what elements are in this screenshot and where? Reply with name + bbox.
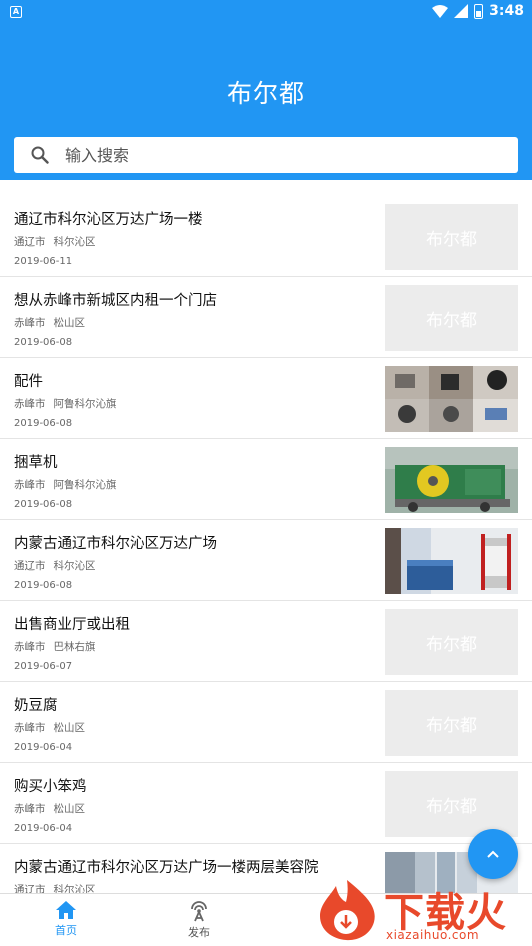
home-icon — [56, 901, 76, 919]
nav-home-label: 首页 — [55, 924, 77, 937]
listing-city: 赤峰市 — [14, 479, 46, 491]
listing-location: 赤峰市 巴林右旗 — [14, 639, 96, 654]
watermark-logo: 下载火 xiazaihuo.com — [312, 878, 530, 944]
listing-date: 2019-06-04 — [14, 742, 73, 753]
listing-title: 配件 — [14, 374, 43, 390]
wifi-icon — [432, 4, 449, 18]
listing-district: 松山区 — [53, 722, 86, 734]
listing-location: 赤峰市 松山区 — [14, 720, 85, 735]
search-icon — [31, 146, 49, 164]
chevron-up-icon — [487, 850, 499, 858]
watermark-url: xiazaihuo.com — [386, 928, 480, 942]
listing-district: 科尔沁区 — [53, 560, 96, 572]
app-screen: A 3:48 布尔都 通辽市科尔沁区万达广场一楼通辽市科尔沁区2019-06-1… — [0, 0, 532, 946]
listing-location: 通辽市 科尔沁区 — [14, 234, 96, 249]
listing-date: 2019-06-11 — [14, 256, 73, 267]
thumbnail-placeholder: 布尔都 — [385, 690, 518, 756]
search-bar[interactable] — [14, 137, 518, 173]
listing-title: 出售商业厅或出租 — [14, 617, 130, 633]
listing-date: 2019-06-08 — [14, 337, 73, 348]
listing-district: 巴林右旗 — [53, 641, 96, 653]
thumbnail-placeholder-text: 布尔都 — [426, 310, 477, 331]
listing-district: 阿鲁科尔沁旗 — [53, 398, 117, 410]
signal-icon — [454, 4, 469, 18]
thumbnail-placeholder-text: 布尔都 — [426, 229, 477, 250]
listing-date: 2019-06-08 — [14, 499, 73, 510]
listing-item[interactable]: 通辽市科尔沁区万达广场一楼 通辽市 科尔沁区 2019-06-11 布尔都 — [0, 196, 532, 277]
app-header: A 3:48 布尔都 — [0, 0, 532, 180]
listing-photo — [385, 366, 518, 432]
listing-item[interactable]: 配件赤峰市 阿鲁科尔沁旗 2019-06-08 — [0, 358, 532, 439]
listing-district: 松山区 — [53, 803, 86, 815]
nav-home[interactable]: 首页 — [26, 900, 106, 938]
listing-title: 想从赤峰市新城区内租一个门店 — [14, 293, 217, 309]
listing-title: 购买小笨鸡 — [14, 779, 87, 795]
listing-city: 赤峰市 — [14, 317, 46, 329]
listing-date: 2019-06-07 — [14, 661, 73, 672]
scroll-to-top-button[interactable] — [468, 829, 518, 879]
listing-title: 奶豆腐 — [14, 698, 58, 714]
thumbnail-placeholder: 布尔都 — [385, 285, 518, 351]
listing-item[interactable]: 内蒙古通辽市科尔沁区万达广场 通辽市 科尔沁区 2019-06-08 — [0, 520, 532, 601]
status-indicators: 3:48 — [432, 3, 524, 19]
listing-city: 赤峰市 — [14, 722, 46, 734]
listing-date: 2019-06-08 — [14, 580, 73, 591]
listing-date: 2019-06-04 — [14, 823, 73, 834]
listing-item[interactable]: 捆草机赤峰市 阿鲁科尔沁旗 2019-06-08 — [0, 439, 532, 520]
listing-item[interactable]: 想从赤峰市新城区内租一个门店 赤峰市 松山区 2019-06-08 布尔都 — [0, 277, 532, 358]
listing-title: 内蒙古通辽市科尔沁区万达广场 — [14, 536, 217, 552]
battery-icon — [474, 3, 484, 19]
broadcast-icon — [191, 901, 207, 922]
nav-publish-label: 发布 — [188, 926, 210, 939]
thumbnail-placeholder-text: 布尔都 — [426, 796, 477, 817]
nav-publish[interactable]: 发布 — [159, 900, 239, 940]
listing-city: 通辽市 — [14, 560, 46, 572]
thumbnail-placeholder: 布尔都 — [385, 771, 518, 837]
listing-district: 松山区 — [53, 317, 86, 329]
thumbnail-placeholder: 布尔都 — [385, 204, 518, 270]
listing-city: 赤峰市 — [14, 803, 46, 815]
listing-city: 赤峰市 — [14, 398, 46, 410]
listing-location: 赤峰市 阿鲁科尔沁旗 — [14, 477, 117, 492]
listing-city: 通辽市 — [14, 236, 46, 248]
status-time: 3:48 — [489, 3, 524, 19]
listing-photo — [385, 447, 518, 513]
listing-location: 赤峰市 阿鲁科尔沁旗 — [14, 396, 117, 411]
listing-district: 阿鲁科尔沁旗 — [53, 479, 117, 491]
listing-location: 通辽市 科尔沁区 — [14, 558, 96, 573]
listing-location: 赤峰市 松山区 — [14, 801, 85, 816]
listing-title: 捆草机 — [14, 455, 58, 471]
thumbnail-placeholder-text: 布尔都 — [426, 634, 477, 655]
listing-item[interactable]: 奶豆腐赤峰市 松山区 2019-06-04 布尔都 — [0, 682, 532, 763]
listing-photo — [385, 528, 518, 594]
page-title: 布尔都 — [226, 79, 305, 108]
thumbnail-placeholder-text: 布尔都 — [426, 715, 477, 736]
app-notification-icon: A — [10, 6, 22, 18]
listing-location: 赤峰市 松山区 — [14, 315, 85, 330]
listing-title: 内蒙古通辽市科尔沁区万达广场一楼两层美容院 — [14, 860, 319, 876]
listing-item[interactable]: 出售商业厅或出租 赤峰市 巴林右旗 2019-06-07 布尔都 — [0, 601, 532, 682]
listing-list: 通辽市科尔沁区万达广场一楼 通辽市 科尔沁区 2019-06-11 布尔都 想从赤峰市新城… — [0, 196, 532, 925]
listing-district: 科尔沁区 — [53, 236, 96, 248]
listing-city: 赤峰市 — [14, 641, 46, 653]
listing-date: 2019-06-08 — [14, 418, 73, 429]
listing-title: 通辽市科尔沁区万达广场一楼 — [14, 212, 203, 228]
flame-logo-icon — [320, 880, 375, 941]
listing-item[interactable]: 购买小笨鸡赤峰市 松山区 2019-06-04 布尔都 — [0, 763, 532, 844]
search-input[interactable] — [65, 145, 465, 165]
status-bar: A 3:48 — [0, 0, 532, 24]
thumbnail-placeholder: 布尔都 — [385, 609, 518, 675]
